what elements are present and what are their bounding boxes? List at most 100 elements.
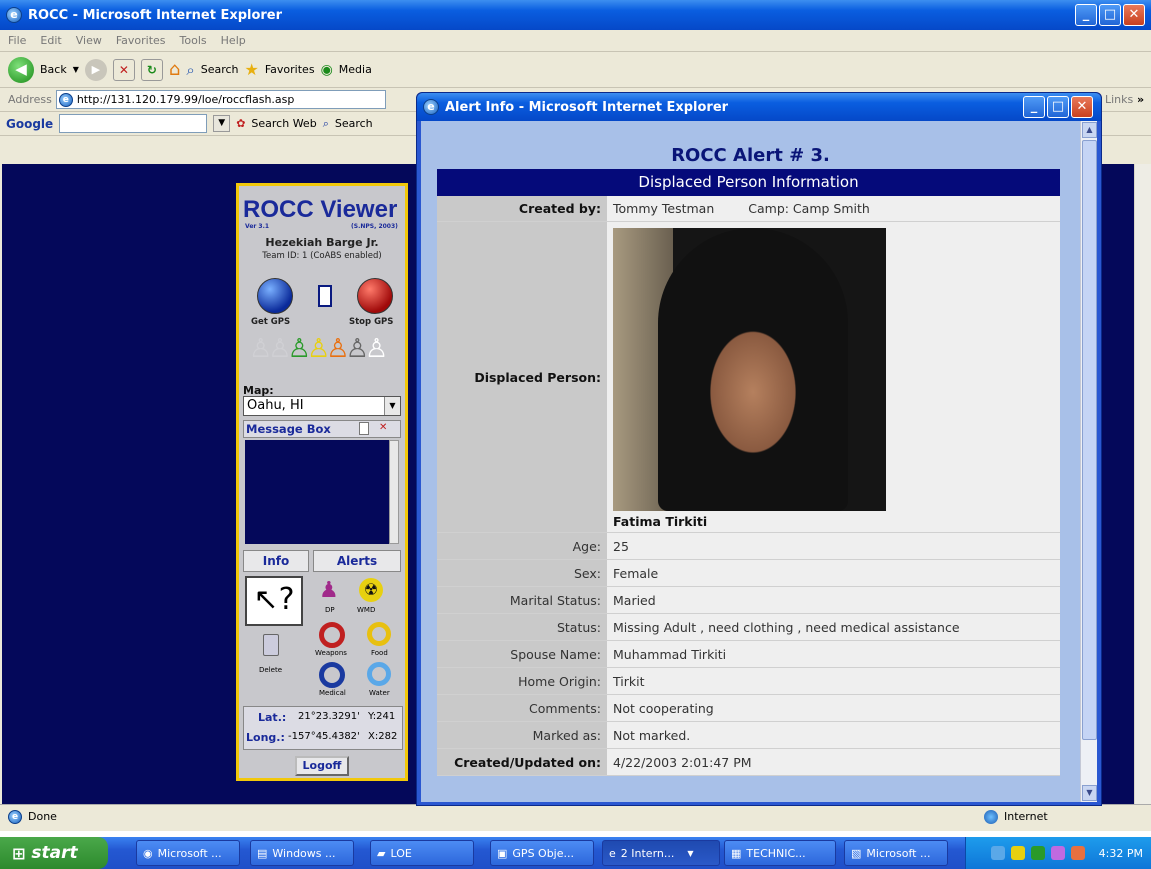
refresh-icon[interactable]: ↻ (140, 58, 163, 81)
menu-file[interactable]: File (8, 34, 26, 47)
photo-row: Displaced Person: Fatima Tirkiti (437, 222, 1060, 533)
weapons-label[interactable]: Weapons (315, 649, 347, 657)
water-ring-icon[interactable] (367, 662, 391, 686)
taskbar-item[interactable]: ▤ Windows ... (250, 840, 354, 866)
app-icon: ▤ (257, 846, 268, 860)
scroll-up-icon[interactable]: ▲ (1082, 122, 1097, 138)
menu-favorites[interactable]: Favorites (116, 34, 166, 47)
food-ring-icon[interactable] (367, 622, 391, 646)
google-search-web-icon[interactable]: ✿ (236, 117, 245, 130)
clock: 4:32 PM (1098, 846, 1143, 860)
taskbar-item[interactable]: ▦ TECHNIC... (724, 840, 836, 866)
dropdown-arrow-icon[interactable]: ▼ (213, 115, 231, 132)
dp-label[interactable]: DP (325, 606, 335, 614)
get-gps-button[interactable] (257, 278, 293, 314)
back-arrow-icon[interactable]: ◀ (8, 56, 34, 83)
scroll-down-icon[interactable]: ▼ (1082, 785, 1097, 801)
person-label: Displaced Person: (437, 222, 607, 532)
stop-gps-button[interactable] (357, 278, 393, 314)
popup-close-button[interactable]: ✕ (1071, 96, 1093, 118)
pointer-help-icon[interactable]: ↖? (245, 576, 303, 626)
google-search-web[interactable]: Search Web (251, 117, 316, 130)
menu-tools[interactable]: Tools (180, 34, 207, 47)
food-label[interactable]: Food (371, 649, 388, 657)
scroll-thumb[interactable] (1082, 140, 1097, 740)
chevron-down-icon[interactable]: ▼ (384, 397, 400, 415)
popup-maximize-button[interactable]: □ (1047, 96, 1069, 118)
logoff-button[interactable]: Logoff (295, 756, 349, 776)
trash-icon[interactable] (263, 634, 279, 656)
popup-scrollbar[interactable]: ▲ ▼ (1080, 121, 1097, 802)
links-label[interactable]: Links (1105, 93, 1133, 106)
created-by-row: Created by: Tommy Testman Camp: Camp Smi… (437, 196, 1060, 222)
maximize-button[interactable]: □ (1099, 4, 1121, 26)
tray-icon[interactable] (990, 846, 1005, 860)
back-label[interactable]: Back (40, 63, 67, 76)
map-select[interactable]: Oahu, HI ▼ (243, 396, 401, 416)
taskbar-item[interactable]: e 2 Intern... ▼ (602, 840, 720, 866)
created-by-label: Created by: (437, 196, 607, 221)
updated-value: 4/22/2003 2:01:47 PM (607, 749, 1060, 775)
menu-view[interactable]: View (76, 34, 102, 47)
message-box-label: Message Box (246, 422, 331, 436)
radiation-icon[interactable]: ☢ (359, 578, 383, 602)
tray-icon[interactable] (1010, 846, 1025, 860)
y-value: Y:241 (368, 711, 396, 722)
message-box-area[interactable] (245, 440, 395, 544)
google-search-icon[interactable]: ⌕ (323, 117, 329, 131)
media-label[interactable]: Media (339, 63, 372, 76)
message-new-icon[interactable] (359, 422, 369, 435)
page-scrollbar[interactable] (1134, 164, 1151, 804)
tray-icon[interactable] (1030, 846, 1045, 860)
person-icon[interactable]: ♟ (319, 578, 339, 603)
forward-arrow-icon[interactable]: ▶ (84, 58, 107, 81)
close-button[interactable]: ✕ (1123, 4, 1145, 26)
app-icon: ▣ (497, 846, 508, 860)
favorites-star-icon[interactable]: ★ (245, 60, 259, 79)
detail-row: Sex: Female (437, 560, 1060, 587)
chevron-right-icon[interactable]: » (1137, 93, 1144, 106)
address-input[interactable]: e http://131.120.179.99/loe/roccflash.as… (55, 90, 386, 109)
get-gps-label[interactable]: Get GPS (251, 317, 290, 327)
water-label[interactable]: Water (369, 689, 390, 697)
popup-minimize-button[interactable]: _ (1023, 96, 1045, 118)
media-icon[interactable]: ◉ (321, 62, 333, 78)
tab-alerts[interactable]: Alerts (313, 550, 401, 572)
menu-bar: File Edit View Favorites Tools Help (0, 30, 1151, 52)
tray-icon[interactable] (1070, 846, 1085, 860)
message-clear-icon[interactable]: ✕ (379, 422, 387, 433)
message-scrollbar[interactable] (389, 440, 399, 544)
x-value: X:282 (368, 731, 398, 742)
popup-ie-icon: e (423, 99, 439, 115)
medical-label[interactable]: Medical (319, 689, 346, 697)
taskbar-item[interactable]: ▧ Microsoft ... (844, 840, 948, 866)
favorites-label[interactable]: Favorites (265, 63, 315, 76)
delete-label[interactable]: Delete (259, 666, 282, 674)
tray-icon[interactable] (1050, 846, 1065, 860)
taskbar-item[interactable]: ◉ Microsoft ... (136, 840, 240, 866)
taskbar-item[interactable]: ▰ LOE (370, 840, 474, 866)
start-button[interactable]: ⊞ start (0, 837, 108, 869)
detail-row: Home Origin: Tirkit (437, 668, 1060, 695)
search-label[interactable]: Search (201, 63, 239, 76)
weapons-ring-icon[interactable] (319, 622, 345, 648)
taskbar-item[interactable]: ▣ GPS Obje... (490, 840, 594, 866)
menu-edit[interactable]: Edit (40, 34, 61, 47)
folder-icon: ▰ (377, 846, 386, 860)
home-icon[interactable]: ⌂ (169, 59, 180, 80)
search-icon[interactable]: ⌕ (186, 61, 194, 79)
medical-ring-icon[interactable] (319, 662, 345, 688)
wmd-label[interactable]: WMD (357, 606, 375, 614)
stop-icon[interactable]: ✕ (112, 58, 135, 81)
tab-info[interactable]: Info (243, 550, 309, 572)
google-search-input[interactable] (59, 114, 208, 133)
dropdown-arrow-icon[interactable]: ▼ (73, 65, 79, 74)
taskbar-item-label: Microsoft ... (866, 846, 931, 860)
stop-gps-label[interactable]: Stop GPS (349, 317, 393, 327)
google-label[interactable]: Google (6, 117, 53, 131)
long-label: Long.: (246, 731, 285, 744)
menu-help[interactable]: Help (221, 34, 246, 47)
team-figures-icon: ♙♙♙♙♙♙♙ (249, 334, 388, 364)
google-search[interactable]: Search (335, 117, 373, 130)
minimize-button[interactable]: _ (1075, 4, 1097, 26)
